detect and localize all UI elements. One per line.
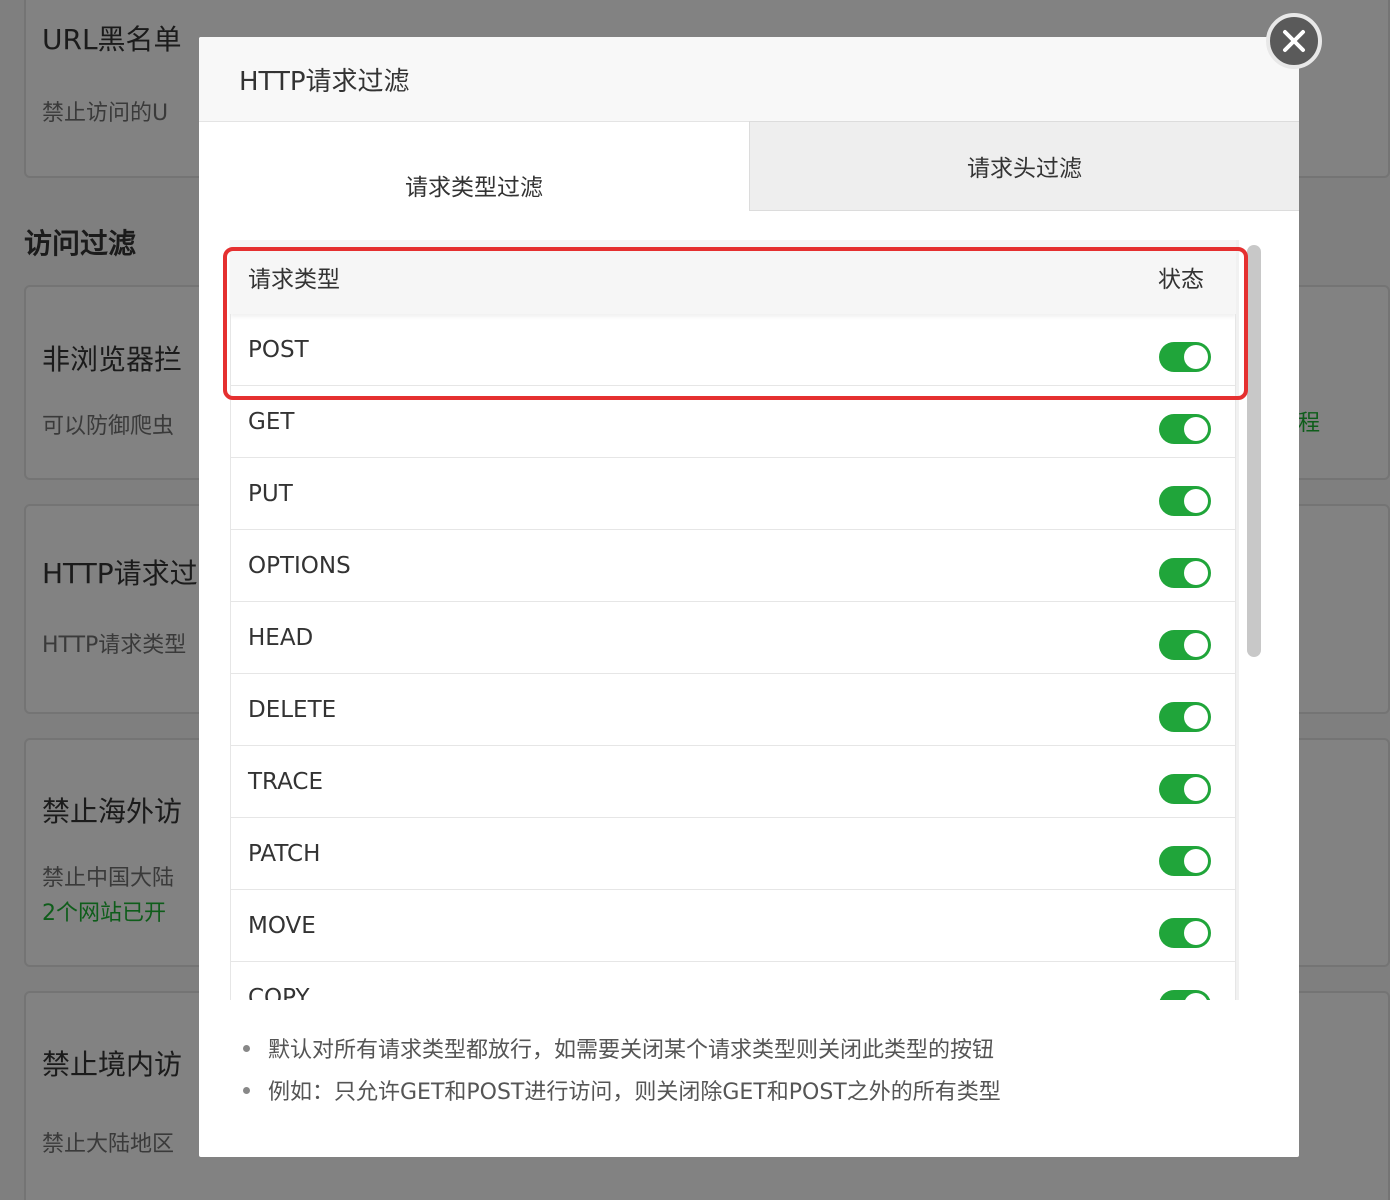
bg-card-title: 禁止海外访	[42, 795, 183, 828]
table-row: PATCH	[230, 818, 1236, 890]
tab-request-type-filter[interactable]: 请求类型过滤	[199, 121, 749, 247]
toggle-knob	[1184, 632, 1208, 657]
status-toggle[interactable]	[1159, 845, 1211, 876]
highlight-box	[223, 247, 1248, 400]
table-row: TRACE	[230, 746, 1236, 818]
bg-card-title: 非浏览器拦	[42, 343, 183, 376]
toggle-knob	[1184, 920, 1208, 945]
method-label: DELETE	[248, 696, 337, 723]
table-row: MOVE	[230, 890, 1236, 962]
modal-title: HTTP请求过滤	[239, 66, 410, 97]
note-item: 例如：只允许GET和POST进行访问，则关闭除GET和POST之外的所有类型	[243, 1069, 1263, 1111]
status-toggle[interactable]	[1159, 557, 1211, 588]
status-toggle[interactable]	[1159, 917, 1211, 948]
toggle-knob	[1184, 560, 1208, 585]
bg-card-title: URL黑名单	[42, 23, 182, 56]
close-icon	[1283, 30, 1305, 52]
toggle-knob	[1184, 704, 1208, 729]
status-toggle[interactable]	[1159, 773, 1211, 804]
toggle-knob	[1184, 416, 1208, 441]
toggle-knob	[1184, 992, 1208, 1000]
bullet-icon	[243, 1086, 250, 1094]
toggle-knob	[1184, 776, 1208, 801]
method-label: COPY	[248, 984, 310, 1001]
status-toggle[interactable]	[1159, 629, 1211, 660]
tab-request-header-filter[interactable]: 请求头过滤	[749, 121, 1299, 211]
modal-header: HTTP请求过滤	[199, 37, 1299, 121]
note-text: 例如：只允许GET和POST进行访问，则关闭除GET和POST之外的所有类型	[268, 1080, 1001, 1105]
table-row: HEAD	[230, 602, 1236, 674]
table-row: DELETE	[230, 674, 1236, 746]
scrollbar-thumb[interactable]	[1247, 245, 1261, 657]
note-text: 默认对所有请求类型都放行，如需要关闭某个请求类型则关闭此类型的按钮	[268, 1038, 995, 1063]
close-button[interactable]	[1266, 13, 1322, 69]
bg-card-status[interactable]: 2个网站已开	[42, 895, 166, 927]
notes-list: 默认对所有请求类型都放行，如需要关闭某个请求类型则关闭此类型的按钮 例如：只允许…	[243, 1027, 1263, 1111]
note-item: 默认对所有请求类型都放行，如需要关闭某个请求类型则关闭此类型的按钮	[243, 1027, 1263, 1069]
table-row: OPTIONS	[230, 530, 1236, 602]
status-toggle[interactable]	[1159, 701, 1211, 732]
bg-card-desc: HTTP请求类型	[42, 633, 187, 658]
bg-card-desc: 禁止访问的U	[42, 101, 169, 126]
table-row: PUT	[230, 458, 1236, 530]
method-label: GET	[248, 408, 295, 435]
method-label: TRACE	[248, 768, 324, 795]
status-toggle[interactable]	[1159, 989, 1211, 1000]
toggle-knob	[1184, 488, 1208, 513]
status-toggle[interactable]	[1159, 413, 1211, 444]
bg-card-title: 禁止境内访	[42, 1048, 183, 1081]
table-body: POST GET PUT OPTIONS HEAD DELETE TRACE PATCH MOV…	[230, 314, 1236, 1000]
http-filter-modal: HTTP请求过滤 请求类型过滤 请求头过滤 请求类型 状态 POST GET PUT…	[199, 37, 1299, 1157]
method-label: HEAD	[248, 624, 314, 651]
bg-card-desc: 禁止大陆地区	[42, 1132, 175, 1157]
method-label: PATCH	[248, 840, 321, 867]
bg-card-desc: 可以防御爬虫	[42, 414, 175, 439]
bullet-icon	[243, 1044, 250, 1052]
section-title: 访问过滤	[24, 227, 137, 260]
bg-card-link[interactable]: 程	[1298, 405, 1320, 437]
method-label: OPTIONS	[248, 552, 351, 579]
bg-card-desc: 禁止中国大陆	[42, 866, 175, 891]
status-toggle[interactable]	[1159, 485, 1211, 516]
table-row: COPY	[230, 962, 1236, 1000]
method-label: PUT	[248, 480, 293, 507]
tab-bar: 请求类型过滤 请求头过滤	[199, 121, 1299, 247]
method-label: MOVE	[248, 912, 316, 939]
toggle-knob	[1184, 848, 1208, 873]
bg-card-title: HTTP请求过	[42, 557, 198, 590]
